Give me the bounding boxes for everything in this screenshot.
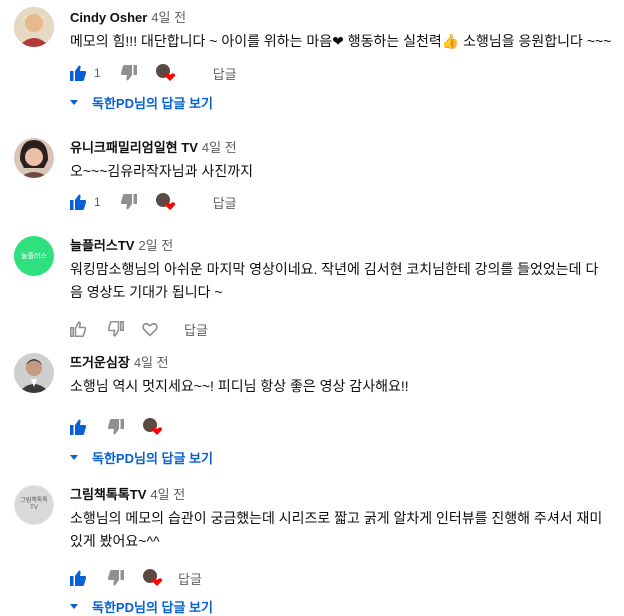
comment-time[interactable]: 2일 전	[138, 238, 173, 253]
creator-heart-icon	[155, 193, 177, 211]
author-name[interactable]: 그림책톡톡TV	[70, 487, 146, 502]
comment-time[interactable]: 4일 전	[202, 140, 237, 155]
thumbs-up-icon[interactable]	[70, 194, 87, 210]
author-name[interactable]: 뜨거운심장	[70, 355, 130, 370]
view-replies-button[interactable]: 독한PD님의 답글 보기	[70, 93, 213, 112]
avatar-text: 그림책톡톡	[20, 498, 48, 504]
thumbs-up-icon[interactable]	[70, 419, 87, 435]
creator-heart-icon	[142, 418, 164, 436]
comment-text: 소행님의 메모의 습관이 궁금했는데 시리즈로 짧고 굵게 알차게 인터뷰를 진…	[70, 510, 603, 549]
view-replies-label: 독한PD님의 답글 보기	[92, 451, 213, 466]
reply-button[interactable]: 답글	[213, 193, 237, 212]
chevron-down-icon	[70, 604, 78, 609]
avatar-subtext: TV	[30, 505, 38, 511]
comment-actions: 1 답글	[70, 61, 237, 85]
thumbs-down-icon[interactable]	[107, 570, 124, 586]
comment-actions: 답글	[70, 317, 208, 341]
comment-text: 소행님 역시 멋지세요~~! 피디님 항상 좋은 영상 감사해요!!	[70, 378, 409, 394]
chevron-down-icon	[70, 100, 78, 105]
avatar[interactable]: 그림책톡톡 TV	[14, 485, 54, 525]
reply-button[interactable]: 답글	[184, 320, 208, 339]
comment-time[interactable]: 4일 전	[134, 355, 169, 370]
avatar[interactable]	[14, 353, 54, 393]
thumbs-down-icon[interactable]	[107, 419, 124, 435]
reply-button[interactable]: 답글	[213, 64, 237, 83]
reply-button[interactable]: 답글	[178, 569, 202, 588]
like-count: 1	[94, 66, 101, 80]
view-replies-label: 독한PD님의 답글 보기	[92, 600, 213, 615]
thumbs-down-icon[interactable]	[107, 320, 125, 337]
comment-actions: 답글	[70, 566, 202, 590]
thumbs-up-icon[interactable]	[70, 65, 87, 81]
thumbs-down-icon[interactable]	[120, 194, 137, 210]
author-name[interactable]: 유니크패밀리엄일현 TV	[70, 140, 198, 155]
view-replies-button[interactable]: 독한PD님의 답글 보기	[70, 448, 213, 467]
author-name[interactable]: 늘플러스TV	[70, 238, 134, 253]
comment-actions: 1 답글	[70, 190, 237, 214]
comment-time[interactable]: 4일 전	[151, 10, 186, 25]
view-replies-label: 독한PD님의 답글 보기	[92, 96, 213, 111]
avatar[interactable]	[14, 7, 54, 47]
view-replies-button[interactable]: 독한PD님의 답글 보기	[70, 597, 213, 616]
comment-text: 오~~~김유라작자님과 사진까지	[70, 163, 253, 179]
creator-heart-icon	[142, 569, 164, 587]
avatar[interactable]	[14, 138, 54, 178]
comment-text: 워킹맘소행님의 아쉬운 마지막 영상이네요. 작년에 김서현 코치님한테 강의를…	[70, 261, 599, 300]
comment-text: 메모의 힘!!! 대단합니다 ~ 아이를 위하는 마음❤ 행동하는 실천력👍 소…	[70, 33, 612, 49]
comment-actions	[70, 415, 164, 439]
comment-time[interactable]: 4일 전	[150, 487, 185, 502]
like-count: 1	[94, 195, 101, 209]
author-name[interactable]: Cindy Osher	[70, 10, 147, 25]
avatar[interactable]: 늘플러스	[14, 236, 54, 276]
heart-icon[interactable]	[142, 321, 158, 337]
thumbs-up-icon[interactable]	[70, 321, 87, 338]
thumbs-down-icon[interactable]	[120, 65, 137, 81]
thumbs-up-icon[interactable]	[70, 570, 87, 586]
chevron-down-icon	[70, 455, 78, 460]
creator-heart-icon	[155, 64, 177, 82]
avatar-text: 늘플러스	[21, 253, 47, 260]
